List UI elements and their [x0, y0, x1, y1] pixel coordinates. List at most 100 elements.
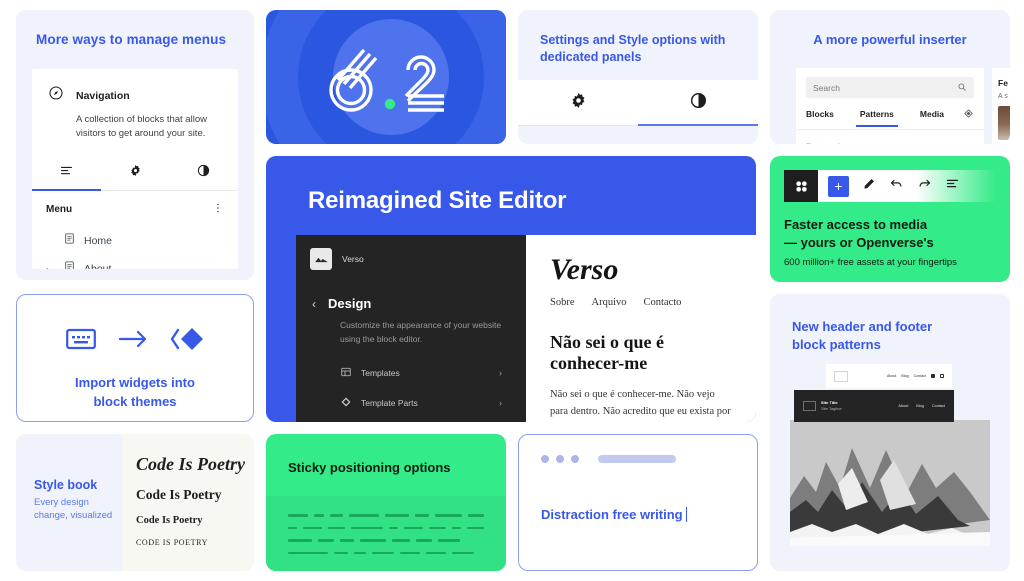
url-bar[interactable]: [598, 455, 676, 463]
tab-styles[interactable]: [169, 156, 238, 190]
card-title: Sticky positioning options: [288, 460, 451, 475]
chevron-right-icon: ›: [499, 398, 502, 409]
tab-media[interactable]: Media: [920, 109, 944, 126]
pattern-thumbnail[interactable]: [998, 106, 1010, 140]
media-subtext: 600 million+ free assets at your fingert…: [784, 257, 957, 269]
editor-link-label: Templates: [361, 368, 400, 379]
chevron-left-icon[interactable]: ‹: [312, 297, 316, 311]
card-title: Reimagined Site Editor: [308, 187, 567, 214]
template-parts-icon: [340, 396, 352, 410]
logo-placeholder-icon: [834, 370, 848, 382]
post-title: Não sei o que é conhecer-me: [550, 332, 664, 373]
placeholder-line: [288, 539, 484, 542]
toolbar-buttons: +: [818, 170, 996, 202]
widget-caption-line1: Import widgets into: [75, 375, 195, 390]
tab-styles[interactable]: [638, 80, 758, 126]
footer-link-contact[interactable]: Contact: [932, 404, 945, 408]
placeholder-text-lines: [266, 496, 506, 571]
card-title: A more powerful inserter: [813, 32, 967, 47]
widget-conversion-icons: [17, 295, 253, 357]
nav-link-arquivo[interactable]: Arquivo: [592, 297, 627, 308]
editor-sidebar: Verso ‹ Design Customize the appearance …: [296, 235, 526, 422]
type-sample-display: Code Is Poetry: [136, 454, 245, 474]
list-item[interactable]: Home: [32, 227, 238, 255]
kebab-menu-icon[interactable]: [212, 201, 224, 219]
tab-settings[interactable]: [518, 80, 638, 125]
text-caret: [685, 507, 688, 522]
navigation-panel-tabs: [32, 156, 238, 191]
site-editor-window: Verso ‹ Design Customize the appearance …: [296, 235, 756, 422]
page-icon: [63, 232, 76, 250]
chevron-right-icon[interactable]: ›: [46, 264, 55, 270]
editor-link-templates[interactable]: Templates ›: [340, 358, 502, 388]
footer-link-about[interactable]: About: [898, 404, 908, 408]
inserter-panel: Search Blocks Patterns Media Featured ›: [796, 68, 984, 144]
list-item-label: About: [84, 262, 112, 270]
search-input[interactable]: Search: [806, 77, 974, 98]
editor-brand[interactable]: Verso: [296, 235, 526, 270]
tab-patterns[interactable]: Patterns: [855, 109, 898, 127]
type-sample-heading: Code Is Poetry: [136, 487, 222, 502]
list-item-label: Home: [84, 234, 113, 247]
editor-brand-name: Verso: [342, 254, 364, 264]
card-settings-style-panels: Settings and Style options with dedicate…: [518, 10, 758, 144]
search-icon[interactable]: [957, 82, 967, 94]
header-link-contact[interactable]: Contact: [914, 374, 926, 378]
navigation-block-name: Navigation: [76, 89, 130, 102]
menu-section-header: Menu: [32, 191, 238, 227]
tab-settings[interactable]: [101, 156, 170, 190]
featured-row[interactable]: Featured ›: [796, 130, 984, 144]
header-pattern-dark[interactable]: Site Title Site Tagline About Blog Conta…: [794, 390, 954, 422]
card-style-book: Style book Every design change, visualiz…: [16, 434, 254, 571]
header-link-blog[interactable]: Blog: [901, 374, 908, 378]
editor-heading: Design: [328, 296, 372, 311]
tab-blocks[interactable]: Blocks: [806, 109, 834, 126]
media-heading-line2: — yours or Openverse's: [784, 234, 934, 250]
side-subtitle: A s: [998, 93, 1008, 100]
chevron-right-icon: ›: [499, 368, 502, 379]
navigation-icon: [48, 85, 64, 106]
feature-card-grid: More ways to manage menus Navigation A c…: [0, 0, 1024, 581]
editor-text[interactable]: Distraction free writing: [519, 463, 757, 522]
header-pattern-light[interactable]: About Blog Contact: [826, 364, 952, 388]
list-item[interactable]: › About: [32, 255, 238, 270]
post-body: Não sei o que é conhecer-me. Não vejo pa…: [550, 389, 731, 418]
footer-link-blog[interactable]: Blog: [916, 404, 924, 408]
add-block-icon[interactable]: +: [828, 175, 849, 197]
editor-text-value: Distraction free writing: [541, 507, 683, 522]
nav-link-sobre[interactable]: Sobre: [550, 297, 575, 308]
site-title: Verso: [550, 253, 619, 286]
editor-link-template-parts[interactable]: Template Parts ›: [340, 388, 502, 418]
type-sample-body: Code Is Poetry: [136, 515, 203, 526]
editor-subtitle: Customize the appearance of your website…: [340, 320, 502, 344]
footer-site-tagline: Site Tagline: [821, 406, 842, 411]
undo-icon[interactable]: [889, 176, 904, 196]
chevron-right-icon[interactable]: ›: [971, 141, 974, 144]
instagram-icon[interactable]: [940, 374, 944, 378]
media-heading: Faster access to media — yours or Openve…: [770, 202, 1010, 251]
redo-icon[interactable]: [917, 176, 932, 196]
header-link-about[interactable]: About: [887, 374, 896, 378]
edit-pencil-icon[interactable]: [862, 177, 876, 196]
style-book-subtitle-line2: change, visualized: [34, 510, 113, 522]
header-nav-links: About Blog Contact: [887, 374, 944, 378]
block-grid-icon[interactable]: [784, 170, 818, 202]
search-placeholder: Search: [813, 82, 840, 93]
editor-toolbar: +: [784, 170, 996, 202]
card-title-line2: block patterns: [792, 337, 881, 353]
card-distraction-free-writing: Distraction free writing: [518, 434, 758, 571]
card-powerful-inserter: A more powerful inserter Search Blocks P…: [770, 10, 1010, 144]
tab-list-view[interactable]: [32, 156, 101, 191]
card-title-line1: New header and footer: [792, 319, 933, 334]
page-icon: [63, 260, 76, 269]
placeholder-line: [288, 526, 484, 529]
arrow-right-icon: [118, 329, 148, 354]
nav-link-contacto[interactable]: Contacto: [644, 297, 682, 308]
card-title: Settings and Style options with dedicate…: [540, 33, 726, 64]
style-book-subtitle-line1: Every design: [34, 497, 89, 508]
card-site-editor: Reimagined Site Editor Verso ‹ Design Cu…: [266, 156, 756, 422]
preview-icon[interactable]: [963, 106, 974, 129]
twitter-icon[interactable]: [931, 374, 935, 378]
card-import-widgets: Import widgets into block themes: [16, 294, 254, 422]
list-view-icon[interactable]: [945, 176, 960, 196]
